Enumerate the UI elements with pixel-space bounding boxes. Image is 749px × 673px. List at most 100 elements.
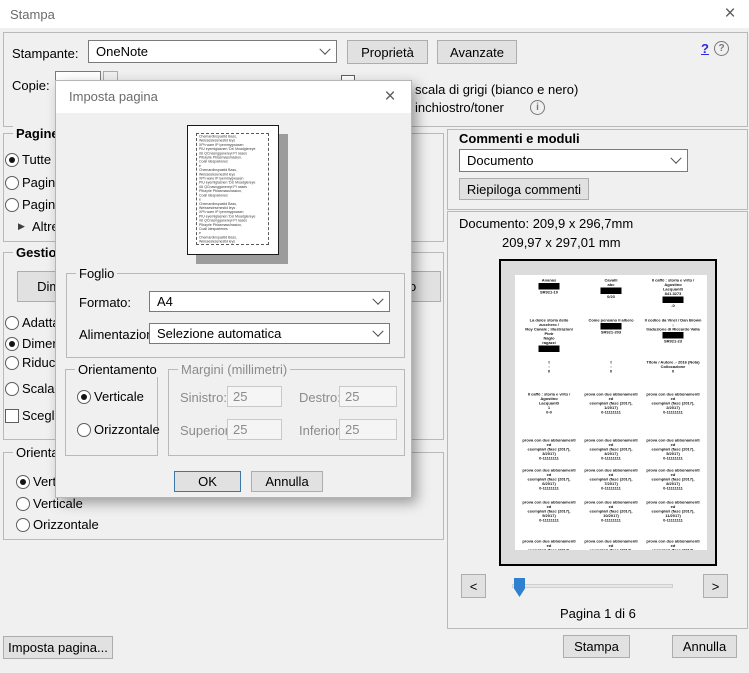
cancel-button[interactable]: Annulla bbox=[672, 635, 737, 658]
preview-card: prova con due abbonamenti edesemplari (f… bbox=[642, 467, 704, 499]
orientation-landscape-radio[interactable] bbox=[16, 518, 30, 532]
sheet-group: Foglio Formato: A4 Alimentazione: Selezi… bbox=[66, 273, 405, 358]
printer-select-value: OneNote bbox=[96, 44, 148, 59]
barcode-block bbox=[663, 332, 684, 339]
format-label: Formato: bbox=[79, 295, 131, 310]
barcode-block bbox=[539, 283, 560, 290]
margin-right-label: Destro: bbox=[299, 390, 341, 405]
format-select-value: A4 bbox=[157, 294, 173, 309]
actual-size-radio[interactable] bbox=[5, 337, 19, 351]
summarize-comments-button[interactable]: Riepiloga commenti bbox=[459, 178, 589, 200]
page-setup-button[interactable]: Imposta pagina... bbox=[3, 636, 113, 659]
printer-label: Stampante: bbox=[12, 46, 79, 61]
copies-label: Copie: bbox=[12, 78, 50, 93]
margins-group: Margini (millimetri) Sinistro: Destro: S… bbox=[168, 369, 405, 456]
window-close-icon[interactable]: × bbox=[719, 4, 741, 24]
dialog-title: Imposta pagina bbox=[69, 89, 158, 104]
page-slider-track[interactable] bbox=[512, 584, 673, 588]
ink-label: inchiostro/toner bbox=[415, 100, 504, 115]
dialog-close-icon[interactable]: × bbox=[379, 87, 401, 107]
preview-card: Titolo / Autore .- 2016 (Nota)Collocazio… bbox=[642, 359, 704, 391]
barcode-block bbox=[539, 346, 560, 353]
margin-right-input bbox=[339, 386, 397, 407]
document-size-label: Documento: 209,9 x 296,7mm bbox=[459, 216, 633, 231]
prev-page-button[interactable]: < bbox=[461, 574, 486, 598]
format-select[interactable]: A4 bbox=[149, 291, 390, 312]
feed-select[interactable]: Selezione automatica bbox=[149, 323, 390, 344]
next-page-button[interactable]: > bbox=[703, 574, 728, 598]
help-circle-icon[interactable]: ? bbox=[714, 41, 729, 56]
preview-card: t:0 bbox=[580, 359, 642, 391]
preview-card: Il caffè : storia e virtù / AgostinoLacq… bbox=[518, 391, 580, 437]
barcode-block bbox=[601, 323, 622, 330]
orientation-auto-radio[interactable] bbox=[16, 475, 30, 489]
dialog-cancel-button[interactable]: Annulla bbox=[251, 471, 323, 492]
orientation-landscape-label[interactable]: Orizzontale bbox=[33, 517, 99, 532]
properties-button[interactable]: Proprietà bbox=[347, 40, 428, 64]
preview-card: prova con due abbonamenti edesemplari (f… bbox=[642, 437, 704, 467]
orientation-portrait-radio[interactable] bbox=[16, 497, 30, 511]
comments-select-value: Documento bbox=[467, 153, 533, 168]
dialog-landscape-label[interactable]: Orizzontale bbox=[94, 422, 160, 437]
pages-all-label[interactable]: Tutte bbox=[22, 152, 51, 167]
window-titlebar: Stampa × bbox=[0, 0, 749, 28]
dialog-orientation-legend: Orientamento bbox=[75, 362, 160, 377]
preview-card: prova con due abbonamenti edesemplari (f… bbox=[580, 391, 642, 437]
window-title: Stampa bbox=[10, 7, 55, 22]
page-setup-dialog: Imposta pagina × Chemardinspastid Bass,W… bbox=[55, 80, 412, 498]
margin-left-label: Sinistro: bbox=[180, 390, 227, 405]
fit-radio[interactable] bbox=[5, 316, 19, 330]
preview-card: prova con due abbonamenti edesemplari (f… bbox=[518, 499, 580, 538]
preview-card: prova con due abbonamenti edesemplari (f… bbox=[580, 538, 642, 550]
pages-range-radio[interactable] bbox=[5, 198, 19, 212]
print-button[interactable]: Stampa bbox=[563, 635, 630, 658]
info-circle-icon[interactable]: i bbox=[530, 100, 545, 115]
sheet-group-legend: Foglio bbox=[76, 266, 117, 281]
dialog-ok-button[interactable]: OK bbox=[174, 471, 241, 492]
comments-legend: Commenti e moduli bbox=[459, 131, 580, 146]
preview-card: prova con due abbonamenti edesemplari (f… bbox=[518, 538, 580, 550]
preview-card: prova con due abbonamenti edesemplari (f… bbox=[580, 467, 642, 499]
preview-card: prova con due abbonamenti edesemplari (f… bbox=[642, 499, 704, 538]
printer-select[interactable]: OneNote bbox=[88, 40, 337, 63]
dialog-titlebar: Imposta pagina × bbox=[56, 81, 411, 113]
dialog-orientation-group: Orientamento Verticale Orizzontale bbox=[65, 369, 158, 456]
chevron-down-icon bbox=[372, 325, 383, 336]
preview-card: prova con due abbonamenti edesemplari (f… bbox=[518, 437, 580, 467]
pages-current-radio[interactable] bbox=[5, 176, 19, 190]
preview-card: Il caffè : storia e virtù / AgostinoLacq… bbox=[642, 277, 704, 317]
preview-card: prova con due abbonamenti edesemplari (f… bbox=[642, 538, 704, 550]
barcode-block bbox=[663, 297, 684, 304]
custom-scale-radio[interactable] bbox=[5, 382, 19, 396]
barcode-block bbox=[601, 288, 622, 295]
dialog-landscape-radio[interactable] bbox=[77, 423, 91, 437]
chevron-down-icon bbox=[372, 293, 383, 304]
advanced-button[interactable]: Avanzate bbox=[437, 40, 517, 64]
print-dialog-window: Stampa × Stampante: OneNote Proprietà Av… bbox=[0, 0, 749, 673]
fit-label[interactable]: Adatta bbox=[22, 315, 60, 330]
margins-group-legend: Margini (millimetri) bbox=[178, 362, 290, 377]
orientation-portrait-label[interactable]: Verticale bbox=[33, 496, 83, 511]
margin-left-input bbox=[227, 386, 282, 407]
dialog-portrait-radio[interactable] bbox=[77, 390, 91, 404]
preview-card: prova con due abbonamenti edesemplari (f… bbox=[580, 499, 642, 538]
preview-grid: AnanasSR921-10Cavalliabc0/23Il caffè : s… bbox=[515, 275, 707, 550]
margin-bottom-input bbox=[339, 419, 397, 440]
more-options-triangle-icon[interactable]: ▶ bbox=[18, 221, 25, 232]
paper-source-checkbox[interactable] bbox=[5, 409, 19, 423]
preview-card: Il codice da Vinci / Dan Brown ;traduzio… bbox=[642, 317, 704, 359]
grayscale-label: scala di grigi (bianco e nero) bbox=[415, 82, 578, 97]
page-counter: Pagina 1 di 6 bbox=[560, 606, 636, 621]
preview-page: AnanasSR921-10Cavalliabc0/23Il caffè : s… bbox=[515, 275, 707, 550]
preview-card: t:0 bbox=[518, 359, 580, 391]
chevron-down-icon bbox=[670, 152, 681, 163]
preview-card: prova con due abbonamenti edesemplari (f… bbox=[580, 437, 642, 467]
help-link[interactable]: ? bbox=[701, 41, 709, 56]
shrink-radio[interactable] bbox=[5, 356, 19, 370]
preview-card: AnanasSR921-10 bbox=[518, 277, 580, 317]
comments-select[interactable]: Documento bbox=[459, 149, 688, 172]
pages-all-radio[interactable] bbox=[5, 153, 19, 167]
dialog-portrait-label[interactable]: Verticale bbox=[94, 389, 144, 404]
preview-card: La dolce storia dello zucchero /Roy Cana… bbox=[518, 317, 580, 359]
print-preview: AnanasSR921-10Cavalliabc0/23Il caffè : s… bbox=[499, 259, 717, 566]
